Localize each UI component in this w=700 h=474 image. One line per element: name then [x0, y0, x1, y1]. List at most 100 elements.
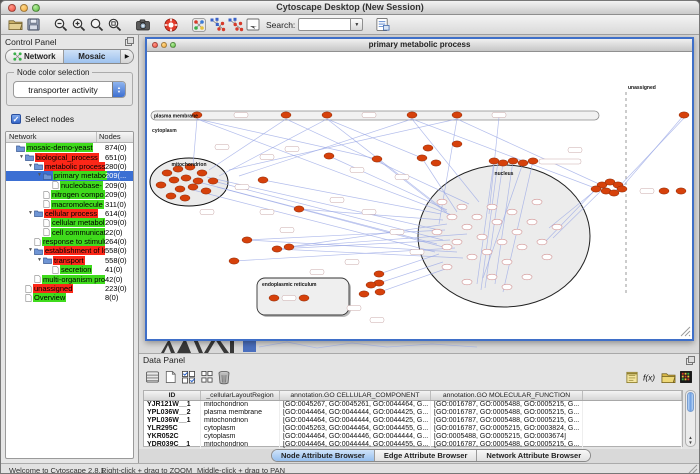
tab-edge-attribute-browser[interactable]: Edge Attribute Browser [375, 450, 477, 461]
graph-node[interactable] [462, 224, 472, 230]
graph-node[interactable] [166, 193, 176, 199]
graph-node[interactable] [162, 170, 172, 176]
graph-node[interactable] [180, 195, 190, 201]
graph-node[interactable] [407, 112, 417, 118]
column-header-molecular-function[interactable]: annotation.GO MOLECULAR_FUNCTION [431, 391, 583, 400]
graph-node[interactable] [269, 295, 279, 301]
graph-node[interactable] [532, 199, 542, 205]
graph-node[interactable] [467, 254, 477, 260]
expand-arrow-icon[interactable]: ▼ [27, 209, 34, 218]
table-cell[interactable]: cytoplasm [201, 433, 280, 441]
table-cell[interactable]: mitochondrion [201, 441, 280, 449]
destroy-network-icon[interactable] [226, 16, 244, 34]
graph-node[interactable] [679, 112, 689, 118]
graph-node[interactable] [366, 282, 376, 288]
graph-node[interactable] [452, 112, 462, 118]
table-cell[interactable]: [GO:0045263, GO:0044464, GO:0044455, G..… [280, 425, 431, 433]
graph-node[interactable] [242, 237, 252, 243]
graph-node[interactable] [299, 295, 309, 301]
create-network-icon[interactable] [208, 16, 226, 34]
graph-edge[interactable] [263, 180, 441, 214]
graph-node[interactable] [375, 289, 385, 295]
network-tree-row[interactable]: cell communicat22(0) [6, 228, 133, 237]
table-cell[interactable]: [GO:0044464, GO:0044444, GO:0044455, G..… [280, 441, 431, 449]
graph-node[interactable] [489, 158, 499, 164]
notes-icon[interactable] [623, 368, 641, 386]
graph-node[interactable] [258, 177, 268, 183]
table-cell[interactable]: YPL036W__1 [144, 417, 201, 425]
table-cell[interactable]: [GO:0044464, GO:0044444, GO:0044425, G..… [280, 409, 431, 417]
table-cell[interactable]: mitochondrion [201, 417, 280, 425]
zoom-selected-icon[interactable] [106, 16, 124, 34]
graph-node[interactable] [482, 249, 492, 255]
network-canvas[interactable]: plasma membrane cytoplasm mitochondrion … [147, 52, 692, 338]
graph-node[interactable] [502, 284, 512, 290]
graph-node[interactable] [181, 175, 191, 181]
network-tree-row[interactable]: ▼primary metabo209(... [6, 171, 133, 180]
graph-edge[interactable] [329, 156, 447, 210]
graph-node[interactable] [452, 141, 462, 147]
graph-node[interactable] [294, 206, 304, 212]
scrollbar-arrows-icon[interactable]: ▲▼ [686, 435, 695, 445]
graph-node[interactable] [324, 153, 334, 159]
table-row[interactable]: YPL036W__2plasma membrane[GO:0044464, GO… [144, 409, 682, 417]
open-file-icon[interactable] [6, 16, 24, 34]
graph-node[interactable] [497, 239, 507, 245]
table-cell[interactable]: [GO:0005488, GO:0005215, GO:0003674] [431, 433, 583, 441]
tree-column-nodes[interactable]: Nodes [97, 132, 133, 142]
table-cell[interactable]: plasma membrane [201, 409, 280, 417]
table-cell[interactable]: [GO:0044464, GO:0044444, GO:0044425, G..… [280, 417, 431, 425]
graph-node[interactable] [522, 274, 532, 280]
tab-network[interactable]: Network [6, 50, 64, 63]
graph-node[interactable] [457, 204, 467, 210]
tab-scroll-right-icon[interactable]: ▶ [121, 50, 133, 63]
help-icon[interactable] [162, 16, 180, 34]
column-header-region[interactable]: _cellularLayoutRegion [201, 391, 280, 400]
graph-node[interactable] [472, 214, 482, 220]
table-scrollbar[interactable]: ▲▼ [685, 390, 696, 447]
network-tree-row[interactable]: multi-organism pro42(0) [6, 274, 133, 283]
graph-node[interactable] [193, 178, 203, 184]
heatmap-icon[interactable] [677, 368, 695, 386]
tab-mosaic[interactable]: Mosaic [64, 50, 122, 63]
tree-column-network[interactable]: Network [6, 132, 97, 142]
network-tree-row[interactable]: secretion41(0) [6, 265, 133, 274]
expand-arrow-icon[interactable]: ▼ [27, 246, 34, 255]
graph-node[interactable] [517, 244, 527, 250]
graph-node[interactable] [487, 274, 497, 280]
graph-node[interactable] [284, 244, 294, 250]
graph-edge[interactable] [614, 116, 686, 192]
unselect-attributes-icon[interactable] [197, 368, 215, 386]
formula-icon[interactable]: f(x) [641, 368, 659, 386]
network-tree-row[interactable]: ▼establishment of lo558(0) [6, 246, 133, 255]
table-cell[interactable]: [GO:0016787, GO:0005215, GO:0003824, G..… [431, 425, 583, 433]
graph-node[interactable] [188, 184, 198, 190]
table-row[interactable]: YPL036W__1mitochondrion[GO:0044464, GO:0… [144, 417, 682, 425]
table-cell[interactable]: YPL036W__2 [144, 409, 201, 417]
table-cell[interactable]: YDR039C__1 [144, 441, 201, 449]
graph-node[interactable] [617, 186, 627, 192]
tab-network-attribute-browser[interactable]: Network Attribute Browser [477, 450, 590, 461]
graph-node[interactable] [442, 264, 452, 270]
attribute-table-icon[interactable] [143, 368, 161, 386]
annotation-icon[interactable] [244, 16, 262, 34]
graph-node[interactable] [552, 224, 562, 230]
network-tree-row[interactable]: ▼transport558(0) [6, 256, 133, 265]
graph-node[interactable] [676, 188, 686, 194]
search-input[interactable] [298, 18, 350, 31]
float-panel-icon[interactable] [686, 356, 695, 365]
network-tree-row[interactable]: response to stimulu264(0) [6, 237, 133, 246]
graph-node[interactable] [359, 291, 369, 297]
column-header-cellular-component[interactable]: annotation.GO CELLULAR_COMPONENT [280, 391, 431, 400]
graph-edge[interactable] [213, 181, 443, 240]
network-tree-row[interactable]: Overview8(0) [6, 293, 133, 302]
table-cell[interactable]: [GO:0016787, GO:0005488, GO:0005215, G..… [431, 417, 583, 425]
graph-node[interactable] [498, 160, 508, 166]
graph-edge[interactable] [327, 119, 447, 212]
zoom-fit-icon[interactable] [88, 16, 106, 34]
table-cell[interactable]: [GO:0045267, GO:0045261, GO:0044464, G..… [280, 401, 431, 409]
table-cell[interactable]: [GO:0016787, GO:0005488, GO:0005215, G..… [431, 409, 583, 417]
resize-grip-icon[interactable] [688, 464, 698, 474]
table-row[interactable]: YKR052Ccytoplasm[GO:0044464, GO:0044446,… [144, 433, 682, 441]
network-view-window[interactable]: primary metabolic process [145, 37, 694, 341]
